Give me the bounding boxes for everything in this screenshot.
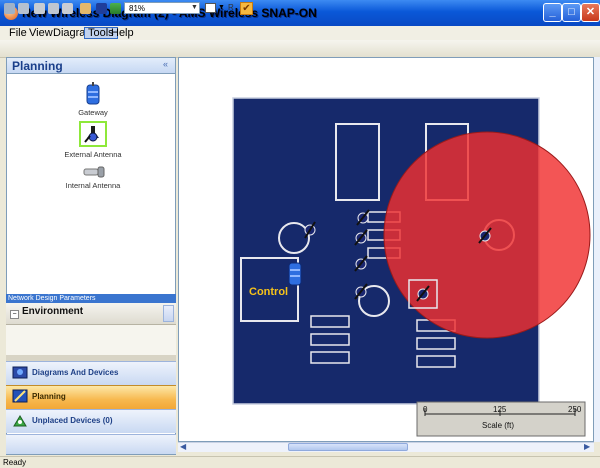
environment-scroll[interactable]: [163, 305, 174, 322]
nav-overflow-bar[interactable]: [6, 434, 176, 454]
open-icon[interactable]: [18, 3, 29, 14]
cut-icon[interactable]: [34, 3, 45, 14]
scale-label: Scale (ft): [482, 421, 514, 430]
r-tool[interactable]: R: [228, 3, 234, 12]
print-icon[interactable]: [110, 3, 121, 14]
copy-icon[interactable]: [48, 3, 59, 14]
gateway-icon[interactable]: [85, 82, 101, 106]
nav-label-diagrams: Diagrams And Devices: [32, 368, 119, 377]
panel-title: Planning: [6, 57, 176, 74]
network-design-parameters-header: Network Design Parameters: [6, 294, 176, 303]
diagram-canvas[interactable]: Control 0 125 250 Scale (ft): [178, 57, 594, 442]
chevron-left-icon[interactable]: ◀: [180, 442, 186, 451]
scale-tick-label: 125: [493, 405, 507, 414]
scale-tick-label: 0: [423, 405, 428, 414]
chevron-down-icon[interactable]: ▼: [190, 3, 199, 13]
floorplan[interactable]: Control 0 125 250 Scale (ft): [179, 58, 594, 442]
unplaced-devices-icon: [13, 415, 27, 427]
nav-label-unplaced: Unplaced Devices (0): [32, 416, 113, 425]
planning-icon: [12, 389, 28, 403]
palette-label-external-antenna: External Antenna: [64, 150, 122, 159]
maximize-button[interactable]: □: [562, 3, 581, 22]
new-icon[interactable]: [4, 3, 15, 14]
paste-icon[interactable]: [62, 3, 73, 14]
palette-label-gateway: Gateway: [78, 108, 108, 117]
collapse-icon[interactable]: «: [163, 59, 168, 69]
vertical-scrollbar[interactable]: [594, 57, 600, 442]
check-tool-icon[interactable]: ✔: [240, 2, 253, 15]
save-icon[interactable]: [96, 3, 107, 14]
scale-tick-label: 250: [568, 405, 582, 414]
close-button[interactable]: ✕: [581, 3, 600, 22]
format-icon[interactable]: [80, 3, 91, 14]
status-bar: Ready: [0, 456, 600, 468]
control-label: Control: [249, 286, 288, 298]
expand-icon[interactable]: −: [10, 310, 19, 319]
environment-label: Environment: [22, 306, 84, 317]
environment-content: [6, 325, 176, 355]
chevron-down-icon[interactable]: ▼: [218, 4, 225, 11]
gateway-device[interactable]: [288, 262, 302, 286]
diagrams-devices-icon: [12, 366, 28, 379]
toolbar: [0, 40, 600, 58]
palette-label-internal-antenna: Internal Antenna: [65, 181, 121, 190]
rectangle-tool-icon[interactable]: [205, 3, 216, 13]
internal-antenna-icon[interactable]: [83, 165, 105, 179]
minimize-button[interactable]: _: [543, 3, 562, 22]
chevron-right-icon[interactable]: ▶: [584, 442, 590, 451]
external-antenna-icon[interactable]: [83, 124, 103, 144]
menu-help[interactable]: Help: [108, 27, 137, 39]
nav-label-planning: Planning: [32, 392, 66, 401]
zoom-select[interactable]: 81%: [124, 2, 200, 14]
horizontal-scroll-thumb[interactable]: [288, 443, 408, 451]
